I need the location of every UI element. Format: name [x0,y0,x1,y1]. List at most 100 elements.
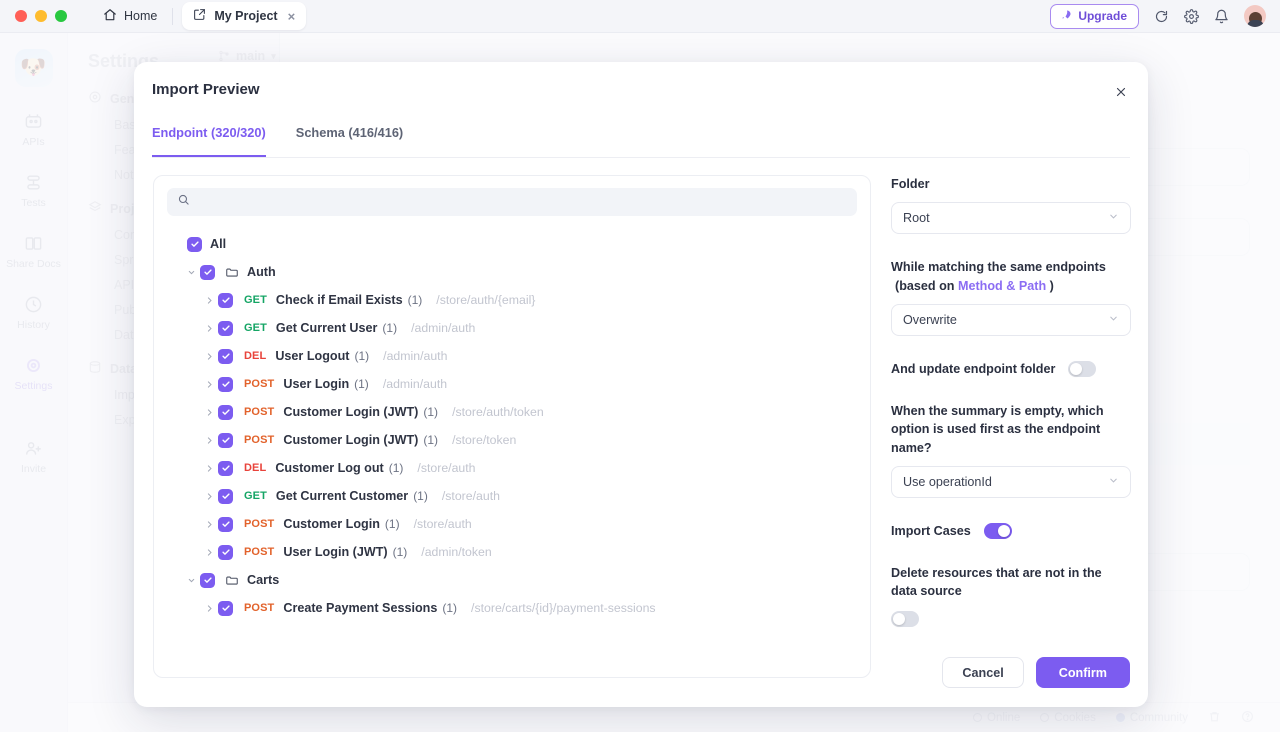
checkbox[interactable] [187,236,202,252]
search-icon [177,193,190,211]
tree-row-endpoint[interactable]: POST User Login (1) /admin/auth [154,370,870,398]
http-method-badge: POST [244,602,275,614]
http-method-badge: GET [244,322,267,334]
tree-row-endpoint[interactable]: POST Create Payment Sessions (1) /store/car… [154,594,870,622]
tree-row-endpoint[interactable]: POST Customer Login (1) /store/auth [154,510,870,538]
tree-label-all: All [210,237,227,251]
user-avatar[interactable] [1244,5,1266,27]
home-tab[interactable]: Home [97,4,163,29]
chevron-right-icon[interactable] [201,380,218,389]
chevron-right-icon[interactable] [201,324,218,333]
folder-select-value: Root [903,211,930,226]
endpoint-path: /admin/auth [411,321,476,335]
checkbox[interactable] [218,600,233,616]
endpoint-path: /store/auth [441,489,500,503]
folder-icon [225,265,239,279]
tree-row-endpoint[interactable]: DEL Customer Log out (1) /store/auth [154,454,870,482]
upgrade-button[interactable]: Upgrade [1050,3,1139,29]
match-label-suffix: ) [1049,278,1054,293]
app-window: Home My Project × Upgrade Import Preview… [0,0,1280,732]
match-label-line2: (based on Method & Path ) [891,277,1131,295]
chevron-right-icon[interactable] [201,520,218,529]
chevron-right-icon[interactable] [201,604,218,613]
chevron-right-icon[interactable] [201,548,218,557]
chevron-right-icon[interactable] [201,408,218,417]
tree-row-endpoint[interactable]: GET Get Current User (1) /admin/auth [154,314,870,342]
confirm-button[interactable]: Confirm [1035,657,1130,688]
match-label-line1: While matching the same endpoints [891,260,1106,275]
match-strategy-value: Overwrite [903,312,957,327]
match-strategy-select[interactable]: Overwrite [891,303,1131,336]
chevron-right-icon[interactable] [201,492,218,501]
chevron-right-icon[interactable] [201,436,218,445]
tree-row-endpoint[interactable]: GET Check if Email Exists (1) /store/auth/{… [154,286,870,314]
close-icon[interactable] [1111,82,1131,102]
endpoint-count: (1) [423,405,439,419]
tab-schema[interactable]: Schema (416/416) [296,125,403,157]
rocket-icon [1060,9,1072,24]
gear-icon[interactable] [1184,8,1199,24]
tree-label-folder: Auth [247,265,276,279]
tab-endpoint[interactable]: Endpoint (320/320) [152,125,266,157]
chevron-right-icon[interactable] [201,296,218,305]
close-window-button[interactable] [15,10,27,22]
checkbox[interactable] [218,348,233,364]
project-tab[interactable]: My Project × [182,2,307,30]
refresh-icon[interactable] [1154,9,1169,24]
tree-label-folder: Carts [247,573,280,587]
endpoint-name: Customer Login (JWT) [283,405,419,419]
chevron-down-icon[interactable] [183,268,200,277]
window-controls[interactable] [0,10,67,22]
endpoint-name: Get Current Customer [275,489,409,503]
checkbox[interactable] [218,460,233,476]
update-folder-label: And update endpoint folder [891,361,1056,376]
checkbox[interactable] [218,320,233,336]
summary-name-value: Use operationId [903,474,992,489]
checkbox[interactable] [200,572,215,588]
maximize-window-button[interactable] [55,10,67,22]
tree-row-folder[interactable]: Carts [154,566,870,594]
tree-row-endpoint[interactable]: POST User Login (JWT) (1) /admin/token [154,538,870,566]
search-input[interactable] [198,195,847,209]
summary-name-select[interactable]: Use operationId [891,465,1131,498]
tree-row-all[interactable]: All [154,230,870,258]
minimize-window-button[interactable] [35,10,47,22]
tree-row-endpoint[interactable]: GET Get Current Customer (1) /store/auth [154,482,870,510]
endpoint-name: Customer Login (JWT) [283,433,419,447]
bell-icon[interactable] [1214,9,1229,24]
search-box[interactable] [167,188,857,216]
checkbox[interactable] [218,544,233,560]
checkbox[interactable] [218,516,233,532]
update-folder-toggle[interactable] [1068,360,1097,377]
delete-resources-toggle[interactable] [891,610,919,627]
endpoint-path: /store/token [452,433,517,447]
method-path-link[interactable]: Method & Path [958,279,1046,293]
checkbox[interactable] [218,488,233,504]
toggle-knob [1070,362,1083,375]
checkbox[interactable] [218,404,233,420]
close-tab-button[interactable]: × [288,10,296,23]
folder-select[interactable]: Root [891,202,1131,235]
checkbox[interactable] [218,432,233,448]
checkbox[interactable] [218,292,233,308]
http-method-badge: POST [244,378,275,390]
endpoint-count: (1) [442,601,458,615]
chevron-right-icon[interactable] [201,352,218,361]
match-label-prefix: (based on [895,278,955,293]
tree-row-endpoint[interactable]: POST Customer Login (JWT) (1) /store/auth/t… [154,398,870,426]
cancel-button[interactable]: Cancel [942,657,1024,688]
tree-row-endpoint[interactable]: POST Customer Login (JWT) (1) /store/token [154,426,870,454]
endpoint-count: (1) [392,545,408,559]
tree-row-endpoint[interactable]: DEL User Logout (1) /admin/auth [154,342,870,370]
http-method-badge: GET [244,490,267,502]
import-cases-toggle[interactable] [983,522,1012,539]
chevron-down-icon [1108,475,1119,489]
endpoint-path: /store/auth/token [452,405,544,419]
tree-row-folder[interactable]: Auth [154,258,870,286]
checkbox[interactable] [218,376,233,392]
checkbox[interactable] [200,264,215,280]
home-icon [103,8,117,25]
chevron-down-icon[interactable] [183,576,200,585]
import-cases-row: Import Cases [891,522,1131,540]
chevron-right-icon[interactable] [201,464,218,473]
